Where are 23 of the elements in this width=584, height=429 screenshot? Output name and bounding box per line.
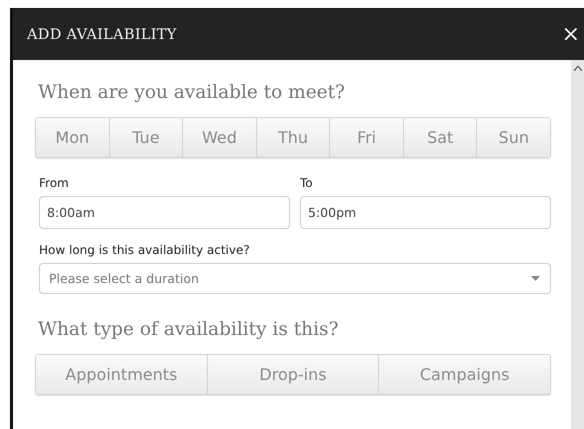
field-label: From [39, 176, 70, 190]
type-button[interactable]: Campaigns [378, 355, 550, 394]
section-heading: What type of availability is this? [38, 319, 340, 340]
scroll-up-icon [574, 66, 582, 71]
day-button[interactable]: Tue [108, 118, 182, 157]
field-label: How long is this availability active? [39, 243, 251, 257]
input-field[interactable]: 5:00pm [300, 196, 551, 229]
day-button[interactable]: Fri [329, 118, 403, 157]
duration-dropdown[interactable]: Please select a duration [39, 263, 551, 294]
caret-icon [531, 276, 540, 281]
section-heading: When are you available to meet? [38, 82, 346, 103]
day-button[interactable]: Mon [36, 118, 109, 157]
close-button[interactable]: × [558, 24, 584, 46]
day-button[interactable]: Sat [402, 118, 476, 157]
field-label: To [300, 176, 314, 190]
type-button[interactable]: Appointments [36, 355, 207, 394]
day-button[interactable]: Sun [476, 118, 550, 157]
day-button[interactable]: Thu [256, 118, 330, 157]
input-field[interactable]: 8:00am [39, 196, 290, 229]
day-button[interactable]: Wed [182, 118, 256, 157]
type-button[interactable]: Drop-ins [206, 355, 378, 394]
dialog-title: ADD AVAILABILITY [27, 26, 177, 42]
scrollbar[interactable] [571, 60, 584, 429]
